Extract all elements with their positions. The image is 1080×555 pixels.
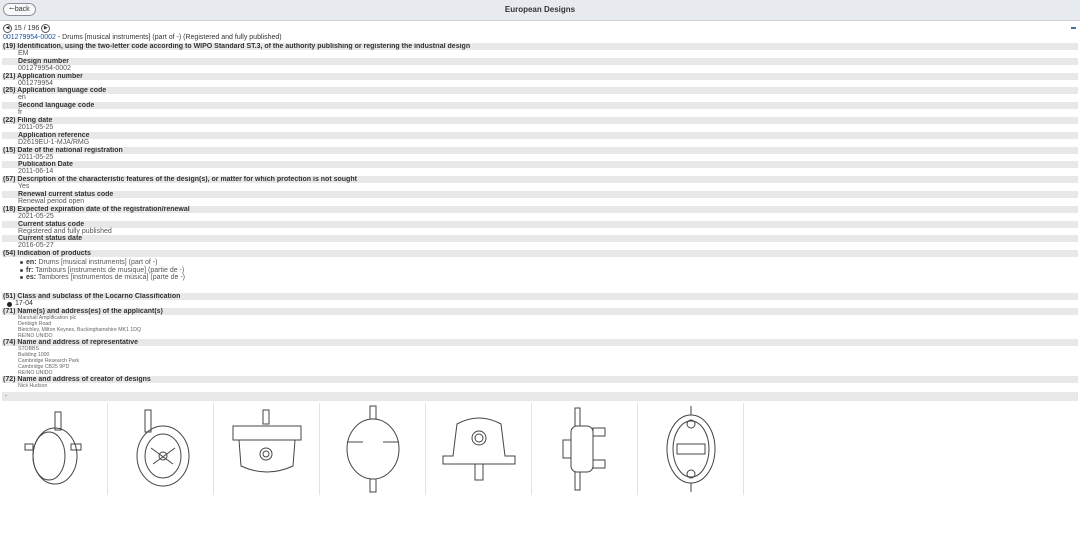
design-view-thumbnail[interactable] [320,403,426,496]
details-list: (19) Identification, using the two-lette… [0,43,1080,389]
field-value: 2011-06-14 [18,168,54,176]
field-value: EM [18,50,29,57]
field-row: (19) Identification, using the two-lette… [2,43,1078,58]
field-value: 001279954 [18,79,54,87]
field-value: Renewal period open [18,197,85,205]
design-view-5-image [442,417,515,481]
gallery-header: - [2,392,1078,402]
products-list: en: Drums [musical instruments] (part of… [20,259,1078,281]
field-label: (25) Application language code [2,87,1078,95]
field-label: Application reference [2,131,1078,139]
field-label: (22) Filing date [2,116,1078,124]
field-row: Renewal current status code Renewal perio… [2,190,1078,206]
field-row: (15) Date of the national registration 20… [2,146,1078,162]
top-bar: ↼back European Designs [0,0,1080,21]
info-icon[interactable] [7,301,12,307]
design-view-thumbnail[interactable] [108,403,214,496]
representative-address: STOBBS Building 1000 Cambridge Research Pa… [18,346,80,377]
design-view-3-image [232,409,301,473]
field-label: Current status date [2,235,1078,243]
field-label: (18) Expected expiration date of the reg… [2,205,1078,213]
design-number-link[interactable]: 001279954-0002 [3,34,56,41]
field-label: (72) Name and address of creator of desi… [2,376,1078,384]
design-view-7-image [666,406,715,493]
field-label: Second language code [2,102,1078,110]
creator-section: (72) Name and address of creator of desi… [2,376,1078,389]
field-label: (57) Description of the characteristic f… [2,176,1078,184]
applicant-address: Marshall Amplification plc Denbigh Road Bl… [18,315,142,340]
representative-section: (74) Name and address of representative … [2,339,1078,376]
field-label: Design number [2,57,1078,65]
field-label: Current status code [2,220,1078,228]
field-value: Yes [18,183,30,191]
field-value: D2619EU-1-MJA/RMG [18,138,90,146]
design-view-thumbnail[interactable] [532,403,638,496]
design-view-4-image [346,405,399,493]
field-label: (54) Indication of products [2,250,1078,258]
design-view-thumbnail[interactable] [638,403,744,496]
field-value: Registered and fully published [18,227,112,235]
next-record-icon[interactable]: ▶ [41,24,51,33]
pager-text: 15 / 196 [14,25,40,32]
field-label: (74) Name and address of representative [2,339,1078,347]
app-title: European Designs [504,5,576,14]
product-item: fr: Tambours [instruments de musique] (p… [20,267,1078,274]
design-view-6-image [562,407,605,491]
design-view-2-image [136,409,189,487]
field-row: Design number 001279954-0002 [2,57,1078,73]
field-label: (51) Class and subclass of the Locarno C… [2,293,1078,301]
record-heading: 001279954-0002 - Drums [musical instrume… [3,33,1080,42]
pager: ◀ 15 / 196 ▶ [3,24,1080,33]
collapse-icon[interactable] [1071,27,1076,29]
field-row: Second language code fr [2,102,1078,117]
field-row: (25) Application language code en [2,87,1078,102]
field-label: (21) Application number [2,72,1078,80]
field-row: Current status code Registered and fully … [2,220,1078,236]
field-label: (15) Date of the national registration [2,146,1078,154]
field-row: (21) Application number 001279954 [2,72,1078,88]
design-view-thumbnail[interactable] [2,403,108,496]
field-value: fr [18,109,23,117]
field-row: (18) Expected expiration date of the reg… [2,205,1078,221]
field-value: 2016-05-27 [18,242,54,250]
product-item: en: Drums [musical instruments] (part of… [20,259,1078,266]
field-row: Publication Date 2011-06-14 [2,161,1078,176]
products-section: (54) Indication of products en: Drums [m… [2,250,1078,293]
field-label: (19) Identification, using the two-lette… [2,43,1078,50]
field-row: (57) Description of the characteristic f… [2,176,1078,191]
field-label: Publication Date [2,161,1078,169]
locarno-section: (51) Class and subclass of the Locarno C… [2,293,1078,308]
product-item: es: Tambores [instrumentos de música] (p… [20,274,1078,281]
field-value: en [18,94,26,102]
design-views-gallery [2,403,1080,496]
creator-name: Nick Hudson [18,383,48,390]
field-value: 001279954-0002 [18,64,71,72]
field-value: 2011-05-25 [18,123,54,131]
field-label: Renewal current status code [2,190,1078,198]
field-row: (22) Filing date 2011-05-25 [2,116,1078,132]
design-view-thumbnail[interactable] [426,403,532,496]
field-row: Application reference D2619EU-1-MJA/RMG [2,131,1078,147]
record-heading-text: - Drums [musical instruments] (part of -… [55,34,282,41]
field-label: (71) Name(s) and address(es) of the appl… [2,308,1078,316]
previous-record-icon[interactable]: ◀ [3,24,12,33]
field-value: 2021-05-25 [18,212,54,220]
field-row: Current status date 2016-05-27 [2,235,1078,250]
design-view-thumbnail[interactable] [214,403,320,496]
field-value: 2011-05-25 [18,153,54,161]
applicant-section: (71) Name(s) and address(es) of the appl… [2,308,1078,339]
design-view-1-image [24,411,81,485]
locarno-value: 17-04 [15,300,33,308]
